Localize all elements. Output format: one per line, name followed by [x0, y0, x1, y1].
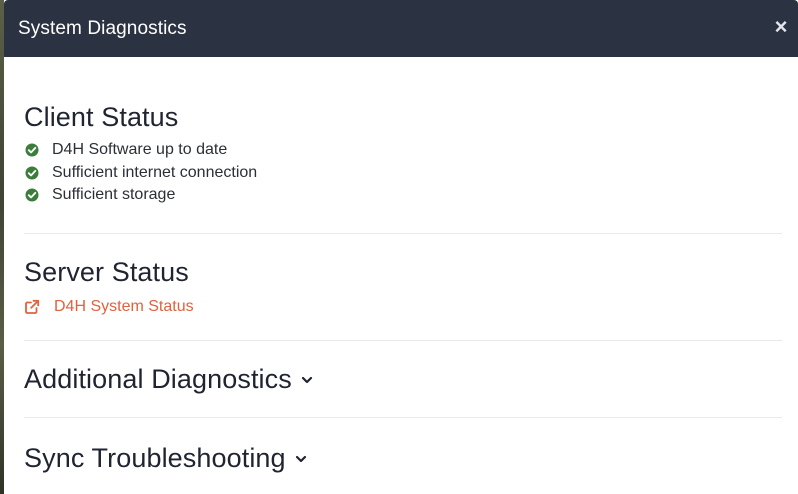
system-diagnostics-modal: System Diagnostics × Client Status D4H S…: [4, 0, 798, 494]
client-status-heading: Client Status: [24, 102, 179, 132]
sync-troubleshooting-label: Sync Troubleshooting: [24, 442, 286, 473]
chevron-down-icon: [295, 455, 306, 463]
sync-troubleshooting-heading: Sync Troubleshooting: [24, 440, 782, 476]
status-item-label: Sufficient internet connection: [52, 163, 258, 181]
status-item-storage: Sufficient storage: [24, 184, 782, 207]
chevron-down-icon: [301, 376, 312, 384]
check-circle-icon: [25, 143, 39, 157]
sync-troubleshooting-toggle[interactable]: Sync Troubleshooting: [24, 418, 782, 494]
status-item-label: D4H Software up to date: [52, 141, 228, 159]
system-status-link-label: D4H System Status: [54, 297, 194, 315]
check-circle-icon: [25, 166, 39, 180]
status-item-label: Sufficient storage: [52, 186, 176, 204]
additional-diagnostics-toggle[interactable]: Additional Diagnostics: [24, 341, 782, 418]
system-status-link[interactable]: D4H System Status: [24, 298, 782, 316]
status-item-internet: Sufficient internet connection: [24, 162, 782, 185]
status-item-software: D4H Software up to date: [24, 139, 782, 162]
modal-body: Client Status D4H Software up to date Su…: [4, 57, 798, 494]
client-status-section: Client Status D4H Software up to date Su…: [24, 57, 782, 234]
modal-title: System Diagnostics: [18, 18, 187, 39]
check-circle-icon: [25, 188, 39, 202]
external-link-icon: [25, 299, 40, 314]
server-status-section: Server Status D4H System Status: [24, 234, 782, 341]
modal-header: System Diagnostics ×: [4, 0, 798, 57]
client-status-list: D4H Software up to date Sufficient inter…: [24, 139, 782, 207]
server-status-heading: Server Status: [24, 256, 189, 287]
additional-diagnostics-heading: Additional Diagnostics: [24, 361, 782, 397]
close-button[interactable]: ×: [770, 14, 792, 40]
additional-diagnostics-label: Additional Diagnostics: [24, 363, 292, 394]
